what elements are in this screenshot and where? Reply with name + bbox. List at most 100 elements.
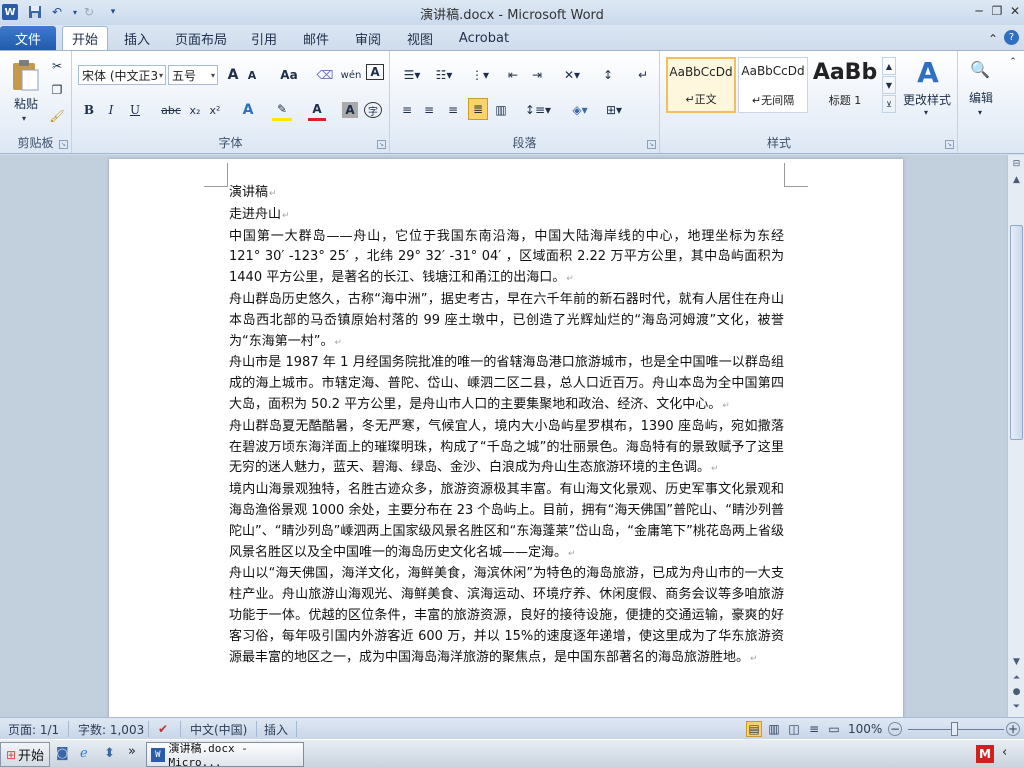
tab-page-layout[interactable]: 页面布局: [170, 26, 232, 50]
restore-icon[interactable]: ❐: [988, 2, 1006, 20]
full-screen-reading-icon[interactable]: ▥: [766, 721, 782, 737]
enclose-characters-icon[interactable]: 字: [364, 102, 382, 118]
strikethrough-button[interactable]: abc: [160, 99, 182, 121]
editing-dropdown-icon[interactable]: ▾: [974, 107, 986, 117]
find-icon[interactable]: 🔍: [968, 57, 992, 81]
line-spacing-icon[interactable]: ↕≡▾: [524, 99, 552, 121]
borders-icon[interactable]: ⊞▾: [600, 99, 628, 121]
collapse-ribbon-icon[interactable]: ⌃: [1006, 55, 1020, 69]
draft-view-icon[interactable]: ▭: [826, 721, 842, 737]
paste-icon[interactable]: [8, 55, 42, 95]
tab-references[interactable]: 引用: [244, 26, 284, 50]
page-count[interactable]: 页面: 1/1: [8, 721, 59, 737]
decrease-indent-icon[interactable]: ⇤: [504, 64, 522, 86]
tab-review[interactable]: 审阅: [348, 26, 388, 50]
format-painter-icon[interactable]: 🖌: [48, 107, 66, 125]
tab-file[interactable]: 文件: [0, 26, 56, 50]
font-family-select[interactable]: 宋体 (中文正3 ▾: [78, 65, 166, 85]
styles-launcher-icon[interactable]: ↘: [945, 140, 954, 149]
paragraph-4[interactable]: 舟山群岛历史悠久，古称“海中洲”，据史考古，早在六千年前的新石器时代，就有人居住…: [229, 290, 784, 353]
style-normal[interactable]: AaBbCcDd ↵正文: [666, 57, 736, 113]
insert-mode-indicator[interactable]: 插入: [264, 721, 288, 737]
styles-scroll-down-icon[interactable]: ▼: [882, 76, 896, 94]
next-page-icon[interactable]: ⏷: [1009, 700, 1024, 714]
editing-button[interactable]: 编辑: [962, 89, 1000, 105]
document-page[interactable]: 演讲稿↵ 走进舟山↵ 中国第一大群岛——舟山，它位于我国东南沿海，中国大陆海岸线…: [109, 159, 903, 717]
outline-view-icon[interactable]: ≡: [806, 721, 822, 737]
change-styles-dropdown-icon[interactable]: ▾: [920, 107, 932, 117]
zoom-level[interactable]: 100%: [848, 721, 882, 737]
tab-home[interactable]: 开始: [62, 26, 108, 50]
tab-acrobat[interactable]: Acrobat: [452, 26, 516, 50]
help-up-icon[interactable]: ⌃: [984, 30, 1002, 48]
print-layout-icon[interactable]: ▤: [746, 721, 762, 737]
change-styles-icon[interactable]: A: [904, 55, 952, 89]
justify-icon[interactable]: ≣: [468, 98, 488, 120]
character-border-icon[interactable]: A: [366, 64, 384, 80]
close-icon[interactable]: ✕: [1006, 2, 1024, 20]
language-indicator[interactable]: 中文(中国): [190, 721, 247, 737]
vertical-scrollbar[interactable]: ⊟ ▲ ▼ ⏶ ● ⏷: [1007, 155, 1024, 717]
shrink-font-icon[interactable]: A: [244, 64, 260, 86]
align-left-icon[interactable]: ≡: [398, 99, 416, 121]
document-body[interactable]: 演讲稿↵ 走进舟山↵ 中国第一大群岛——舟山，它位于我国东南沿海，中国大陆海岸线…: [229, 183, 784, 669]
tab-view[interactable]: 视图: [400, 26, 440, 50]
browse-object-icon[interactable]: ●: [1009, 685, 1024, 699]
change-case-icon[interactable]: Aa: [276, 64, 302, 86]
align-center-icon[interactable]: ≡: [420, 99, 438, 121]
clipboard-launcher-icon[interactable]: ↘: [59, 140, 68, 149]
zoom-slider-thumb[interactable]: [951, 722, 958, 736]
proofing-icon[interactable]: ✔: [158, 721, 168, 737]
style-heading-1[interactable]: AaBb 标题 1: [810, 57, 880, 113]
web-layout-icon[interactable]: ◫: [786, 721, 802, 737]
taskbar-item-word[interactable]: W 演讲稿.docx - Micro...: [146, 742, 304, 768]
tray-app-icon[interactable]: M: [976, 745, 994, 763]
paragraph-6[interactable]: 舟山群岛夏无酷酷暑，冬无严寒，气候宜人，境内大小岛屿星罗棋布，1390 座岛屿，…: [229, 417, 784, 480]
scroll-down-icon[interactable]: ▼: [1009, 655, 1024, 669]
show-marks-icon[interactable]: ↵: [634, 64, 652, 86]
tab-insert[interactable]: 插入: [114, 26, 160, 50]
paste-button[interactable]: 粘贴: [6, 95, 46, 111]
font-size-select[interactable]: 五号 ▾: [168, 65, 218, 85]
word-count[interactable]: 字数: 1,003: [78, 721, 144, 737]
more-quick-launch-icon[interactable]: »: [128, 744, 140, 760]
bold-button[interactable]: B: [80, 99, 98, 121]
start-button[interactable]: ⊞ 开始: [0, 742, 50, 767]
paragraph-3[interactable]: 中国第一大群岛——舟山，它位于我国东南沿海，中国大陆海岸线的中心，地理坐标为东经…: [229, 227, 784, 290]
tray-expand-icon[interactable]: ‹: [1002, 745, 1018, 763]
styles-scroll-up-icon[interactable]: ▲: [882, 57, 896, 75]
previous-page-icon[interactable]: ⏶: [1009, 671, 1024, 685]
multilevel-list-icon[interactable]: ⋮▾: [466, 64, 494, 86]
shading-icon[interactable]: ◈▾: [566, 99, 594, 121]
styles-more-icon[interactable]: ⊻: [882, 95, 896, 113]
subscript-button[interactable]: x₂: [186, 99, 204, 121]
minimize-icon[interactable]: ─: [970, 2, 988, 20]
superscript-button[interactable]: x²: [206, 99, 224, 121]
numbering-icon[interactable]: ☷▾: [430, 64, 458, 86]
align-right-icon[interactable]: ≡: [444, 99, 462, 121]
italic-button[interactable]: I: [102, 99, 120, 121]
highlight-icon[interactable]: ✎: [272, 99, 292, 121]
zoom-out-icon[interactable]: −: [888, 722, 902, 736]
text-effects-icon[interactable]: A: [238, 99, 258, 121]
show-desktop-icon[interactable]: ◙: [56, 746, 72, 762]
chinese-layout-icon[interactable]: ✕▾: [558, 64, 586, 86]
font-launcher-icon[interactable]: ↘: [377, 140, 386, 149]
character-shading-icon[interactable]: A: [342, 102, 358, 118]
paragraph-7[interactable]: 境内山海景观独特，名胜古迹众多，旅游资源极其丰富。有山海文化景观、历史军事文化景…: [229, 480, 784, 564]
increase-indent-icon[interactable]: ⇥: [528, 64, 546, 86]
internet-explorer-icon[interactable]: ℯ: [80, 746, 96, 762]
paragraph-1[interactable]: 演讲稿↵: [229, 183, 784, 205]
underline-button[interactable]: U: [126, 99, 144, 121]
sort-icon[interactable]: ↕: [598, 64, 618, 86]
style-no-spacing[interactable]: AaBbCcDd ↵无间隔: [738, 57, 808, 113]
paragraph-2[interactable]: 走进舟山↵: [229, 205, 784, 227]
grow-font-icon[interactable]: A: [224, 64, 242, 86]
tab-mailings[interactable]: 邮件: [296, 26, 336, 50]
ruler-toggle-icon[interactable]: ⊟: [1009, 157, 1024, 171]
paste-dropdown-icon[interactable]: ▾: [18, 113, 30, 123]
bullets-icon[interactable]: ☰▾: [398, 64, 426, 86]
distributed-icon[interactable]: ▥: [492, 99, 510, 121]
paragraph-5[interactable]: 舟山市是 1987 年 1 月经国务院批准的唯一的省辖海岛港口旅游城市，也是全中…: [229, 353, 784, 416]
font-color-icon[interactable]: A: [308, 99, 326, 121]
